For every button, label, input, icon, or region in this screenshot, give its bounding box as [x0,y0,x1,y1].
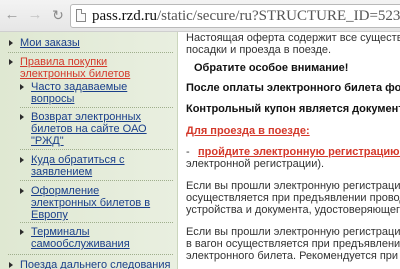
attention-heading: Обратите особое внимание! [194,62,349,74]
bullet-icon [9,262,13,268]
forward-arrow-icon[interactable]: → [27,7,43,23]
url-text[interactable]: pass.rzd.ru/static/secure/ru?STRUCTURE_I… [92,7,400,25]
sidebar-item-label: Куда обратиться с [31,154,125,166]
sidebar-item-label: билетов на сайте ОАО [31,123,147,135]
bullet-icon [20,157,24,163]
sidebar-item-label: электронных билетов [20,68,131,80]
divider [20,222,173,223]
sidebar-item-terminals[interactable]: Терминалы самообслуживания [31,226,130,250]
divider [20,107,173,108]
sidebar-item-label: "РЖД" [31,135,64,147]
sidebar-item-my-orders[interactable]: Мои заказы [20,37,80,49]
section-heading: Для проезда в поезде: [186,125,310,137]
bullet-icon [9,59,13,65]
sidebar-item-purchase-rules[interactable]: Правила покупки электронных билетов [20,56,130,80]
url-host: pass.rzd.ru [92,8,157,24]
back-arrow-icon[interactable]: ← [4,7,20,23]
page-icon [76,9,86,22]
paragraph-line: устройства и документа, удостоверяющего [186,204,400,216]
divider [8,52,173,53]
paragraph-line: электронной регистрации). [186,158,325,170]
sidebar-item-label: Часто задаваемые [31,81,128,93]
sidebar-item-label: вопросы [31,93,75,105]
bullet-icon [20,188,24,194]
bullet-icon [20,229,24,235]
sidebar-item-label: самообслуживания [31,238,130,250]
sidebar-item-europe-tickets[interactable]: Оформление электронных билетов в Европу [31,185,150,221]
divider [20,149,173,150]
divider [20,180,173,181]
bullet-icon [20,114,24,120]
bullet-icon [9,40,13,46]
paragraph-line: посадки и проезда в поезде. [186,44,332,56]
sidebar-item-label: Европу [31,209,68,221]
bullet-icon [20,84,24,90]
divider [8,254,173,255]
sidebar-item-where-to-apply[interactable]: Куда обратиться с заявлением [31,154,125,178]
sidebar-item-ticket-refund[interactable]: Возврат электронных билетов на сайте ОАО… [31,111,147,147]
paragraph-line: электронного билета. Рекомендуется при [186,250,399,262]
sidebar-item-faq[interactable]: Часто задаваемые вопросы [31,81,127,105]
browser-toolbar: ← → ↻ pass.rzd.ru/static/secure/ru?STRUC… [0,0,400,32]
address-bar[interactable]: pass.rzd.ru/static/secure/ru?STRUCTURE_I… [70,4,400,28]
sidebar-item-label: Правила покупки [20,56,108,68]
sidebar: Мои заказы Правила покупки электронных б… [0,32,178,269]
sidebar-item-long-distance-trains[interactable]: Поезда дальнего следования [20,259,170,269]
url-path: /static/secure/ru?STRUCTURE_ID=5236 [156,8,400,24]
main-content: Настоящая оферта содержит все существе п… [186,32,400,269]
sidebar-item-label: Возврат электронных [31,111,141,123]
reload-icon[interactable]: ↻ [50,7,66,23]
sidebar-item-label: электронных билетов в [31,197,151,209]
paragraph-line-bold: Контрольный купон является документо [186,103,400,115]
sidebar-item-label: Оформление [31,185,100,197]
paragraph-line-bold: После оплаты электронного билета форм [186,82,400,94]
sidebar-item-label: заявлением [31,166,93,178]
sidebar-item-label: Терминалы [31,226,90,238]
